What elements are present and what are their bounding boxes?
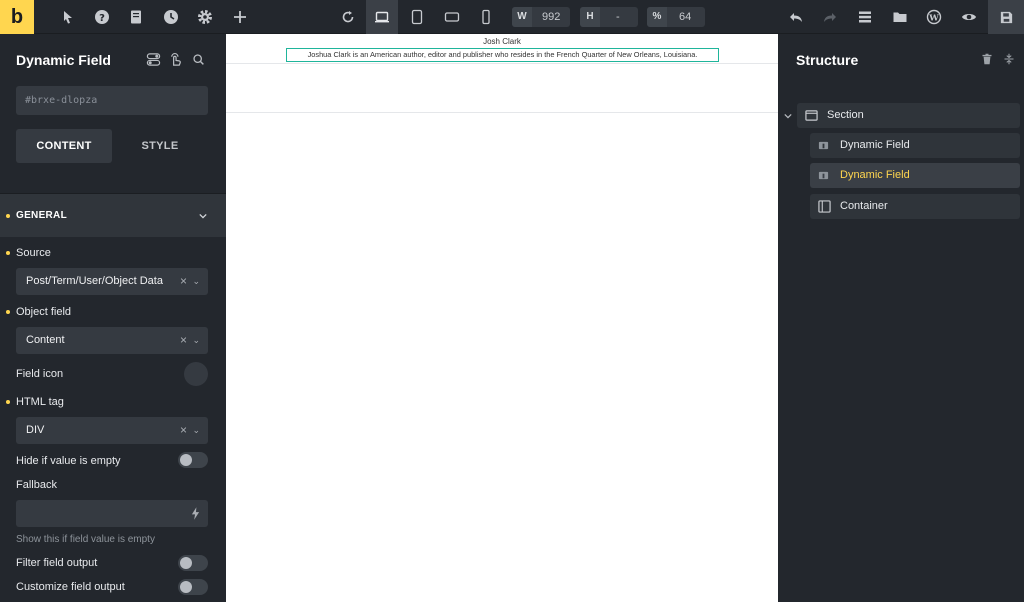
field-icon-label: Field icon — [16, 368, 64, 380]
divider — [226, 63, 778, 64]
changed-dot — [6, 310, 10, 314]
dynamic-field-icon — [818, 141, 829, 150]
tree-item-label: Dynamic Field — [840, 169, 910, 181]
svg-text:?: ? — [99, 13, 105, 24]
bricks-logo[interactable]: b — [0, 0, 34, 34]
tablet-portrait-icon[interactable] — [401, 0, 433, 34]
collapse-all-icon[interactable] — [1001, 51, 1017, 67]
object-field-value: Content — [26, 334, 65, 346]
fallback-input[interactable] — [16, 500, 208, 527]
chevron-down-icon: ⌄ — [192, 276, 200, 286]
clear-icon[interactable]: × — [180, 327, 187, 354]
settings-icon[interactable] — [189, 0, 221, 34]
mobile-icon[interactable] — [470, 0, 502, 34]
history-icon[interactable] — [155, 0, 187, 34]
save-button[interactable] — [988, 0, 1024, 34]
section-icon — [805, 110, 818, 121]
changed-dot — [6, 251, 10, 255]
undo-icon[interactable] — [780, 0, 812, 34]
preview-icon[interactable] — [953, 0, 985, 34]
height-field[interactable]: H - — [580, 7, 638, 27]
zoom-field[interactable]: % 64 — [647, 7, 705, 27]
trash-icon[interactable] — [979, 51, 995, 67]
desktop-icon[interactable] — [366, 0, 398, 34]
divider — [226, 112, 778, 113]
customize-output-toggle[interactable] — [178, 579, 208, 595]
refresh-icon[interactable] — [332, 0, 364, 34]
changed-dot — [6, 214, 10, 218]
search-icon[interactable] — [190, 51, 206, 67]
tree-item-dynamic-field[interactable]: Dynamic Field — [810, 133, 1020, 158]
svg-text:W: W — [928, 13, 939, 23]
source-value: Post/Term/User/Object Data — [26, 275, 163, 287]
tree-item-label: Container — [840, 200, 888, 212]
container-icon — [818, 200, 831, 213]
tab-style[interactable]: STYLE — [112, 129, 208, 163]
customize-output-label: Customize field output — [16, 581, 125, 593]
object-field-label: Object field — [16, 306, 72, 318]
add-icon[interactable] — [224, 0, 256, 34]
width-value[interactable]: 992 — [532, 11, 560, 23]
top-toolbar: b ? W 992 H - % 64 W — [0, 0, 1024, 34]
chevron-down-icon[interactable] — [784, 112, 792, 120]
tree-item-label: Dynamic Field — [840, 139, 910, 151]
hide-if-empty-label: Hide if value is empty — [16, 455, 121, 467]
width-field[interactable]: W 992 — [512, 7, 570, 27]
builder-canvas[interactable]: Josh Clark Joshua Clark is an American a… — [226, 34, 778, 602]
canvas-dynamic-text[interactable]: Joshua Clark is an American author, edit… — [286, 48, 719, 62]
fallback-hint: Show this if field value is empty — [16, 534, 155, 545]
canvas-heading[interactable]: Josh Clark — [226, 37, 778, 46]
structure-panel: Structure Section Dynamic Field Dynamic … — [778, 34, 1024, 602]
folder-icon[interactable] — [884, 0, 916, 34]
tree-item-dynamic-field-selected[interactable]: Dynamic Field — [810, 163, 1020, 188]
toggle-knob — [180, 454, 192, 466]
html-tag-label: HTML tag — [16, 396, 64, 408]
group-general[interactable]: GENERAL — [0, 193, 226, 237]
dynamic-field-icon — [818, 171, 829, 180]
hide-if-empty-toggle[interactable] — [178, 452, 208, 468]
chevron-down-icon — [199, 213, 207, 219]
redo-icon[interactable] — [814, 0, 846, 34]
panel-title: Dynamic Field — [16, 52, 111, 68]
save-icon — [1000, 11, 1012, 23]
group-general-label: GENERAL — [16, 210, 67, 221]
help-icon[interactable]: ? — [86, 0, 118, 34]
tablet-landscape-icon[interactable] — [436, 0, 468, 34]
field-icon-picker[interactable] — [184, 362, 208, 386]
height-value[interactable]: - — [600, 11, 620, 23]
source-select[interactable]: Post/Term/User/Object Data × ⌄ — [16, 268, 208, 295]
html-tag-value: DIV — [26, 424, 45, 436]
chevron-down-icon: ⌄ — [192, 425, 200, 435]
source-label: Source — [16, 247, 51, 259]
pointer-icon[interactable] — [52, 0, 84, 34]
object-field-select[interactable]: Content × ⌄ — [16, 327, 208, 354]
interactions-icon[interactable] — [167, 51, 183, 67]
height-label: H — [580, 7, 600, 27]
clear-icon[interactable]: × — [180, 417, 187, 444]
zoom-label: % — [647, 7, 667, 27]
filter-output-toggle[interactable] — [178, 555, 208, 571]
structure-icon[interactable] — [849, 0, 881, 34]
chevron-down-icon: ⌄ — [192, 335, 200, 345]
wordpress-icon[interactable]: W — [918, 0, 950, 34]
fallback-label: Fallback — [16, 479, 57, 491]
dynamic-data-icon[interactable] — [191, 507, 200, 520]
tab-content[interactable]: CONTENT — [16, 129, 112, 163]
tree-item-label: Section — [827, 109, 864, 121]
width-label: W — [512, 7, 532, 27]
toggle-knob — [180, 557, 192, 569]
zoom-value[interactable]: 64 — [667, 11, 691, 23]
clear-icon[interactable]: × — [180, 268, 187, 295]
tree-item-section[interactable]: Section — [797, 103, 1020, 128]
toggle-knob — [180, 581, 192, 593]
html-tag-select[interactable]: DIV × ⌄ — [16, 417, 208, 444]
filter-output-label: Filter field output — [16, 557, 98, 569]
changed-dot — [6, 400, 10, 404]
toggle-settings-icon[interactable] — [145, 51, 161, 67]
tree-item-container[interactable]: Container — [810, 194, 1020, 219]
element-id-field[interactable]: #brxe-dlopza — [16, 86, 208, 115]
structure-title: Structure — [796, 52, 859, 68]
element-settings-panel: Dynamic Field #brxe-dlopza CONTENT STYLE… — [0, 34, 226, 602]
pages-icon[interactable] — [120, 0, 152, 34]
